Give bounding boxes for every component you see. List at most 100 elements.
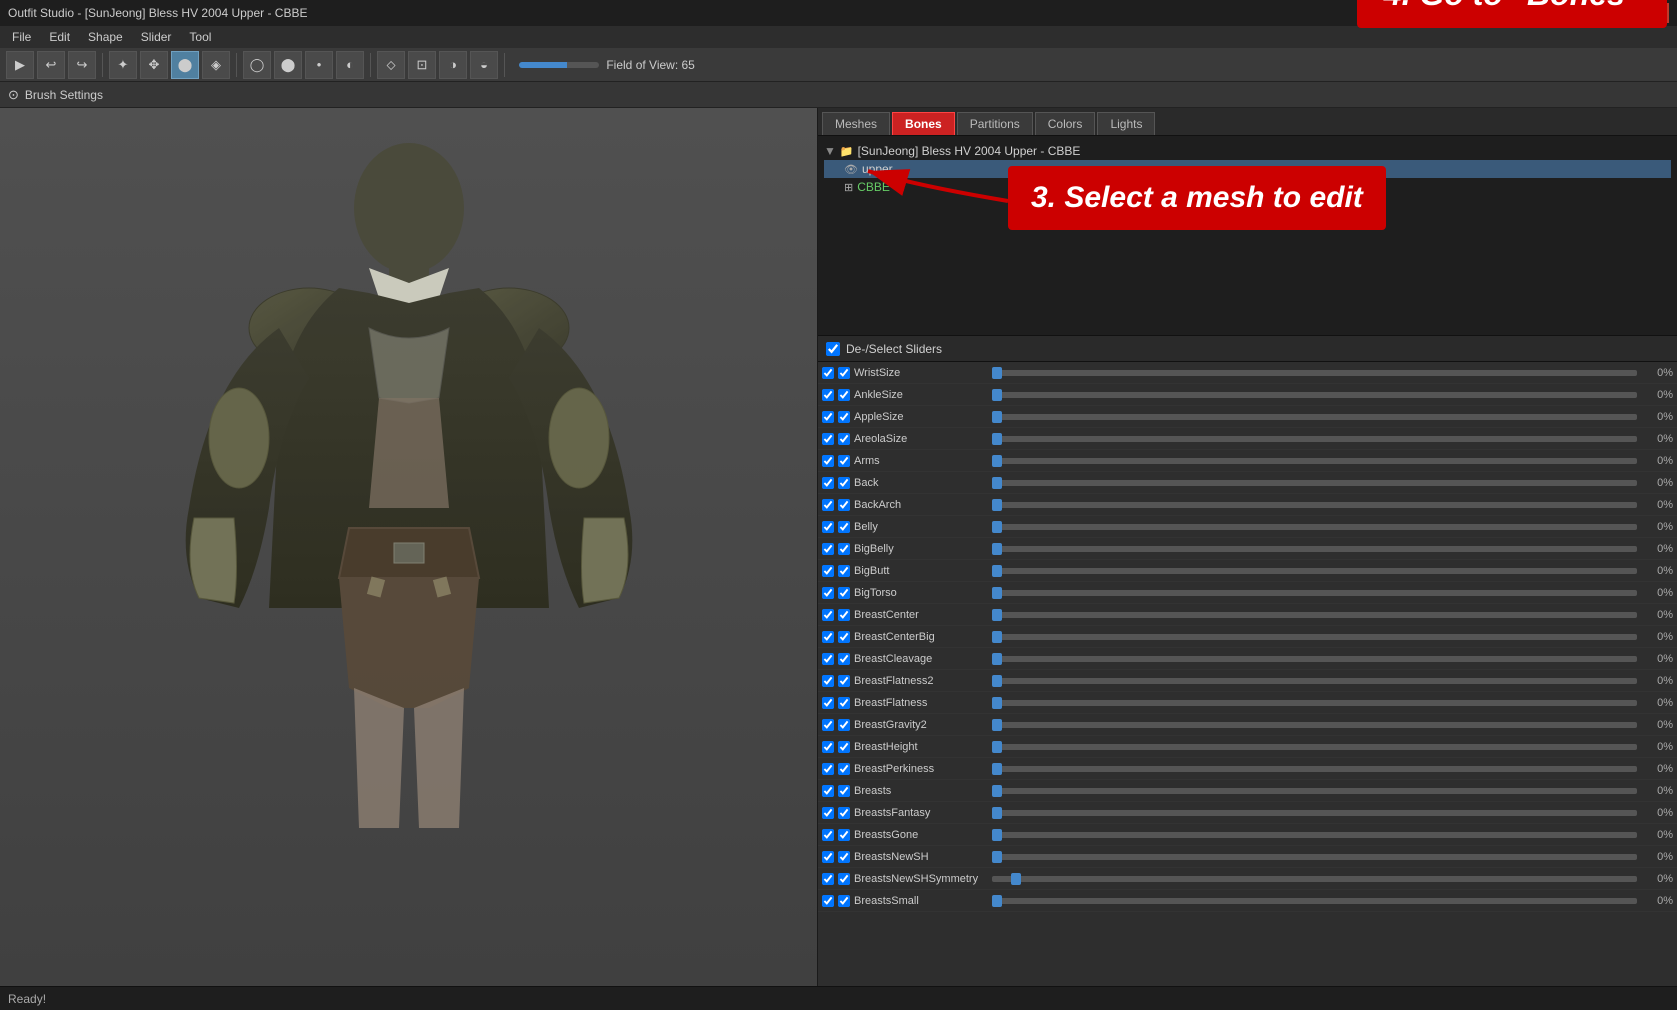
slider-row[interactable]: AppleSize0% <box>818 406 1677 428</box>
slider-track[interactable] <box>992 656 1637 662</box>
slider-track[interactable] <box>992 590 1637 596</box>
slider-deselect-checkbox[interactable] <box>822 367 834 379</box>
tool-xmirror[interactable]: ⬦ <box>377 51 405 79</box>
slider-deselect-checkbox[interactable] <box>822 697 834 709</box>
slider-active-checkbox[interactable] <box>838 785 850 797</box>
slider-active-checkbox[interactable] <box>838 631 850 643</box>
slider-row[interactable]: BreastPerkiness0% <box>818 758 1677 780</box>
slider-thumb[interactable] <box>992 807 1002 819</box>
slider-active-checkbox[interactable] <box>838 433 850 445</box>
tool-sphere[interactable]: ⬤ <box>274 51 302 79</box>
slider-deselect-checkbox[interactable] <box>822 609 834 621</box>
slider-deselect-checkbox[interactable] <box>822 851 834 863</box>
slider-row[interactable]: BreastHeight0% <box>818 736 1677 758</box>
slider-deselect-checkbox[interactable] <box>822 499 834 511</box>
slider-track[interactable] <box>992 458 1637 464</box>
slider-deselect-checkbox[interactable] <box>822 741 834 753</box>
slider-thumb[interactable] <box>992 763 1002 775</box>
slider-deselect-checkbox[interactable] <box>822 389 834 401</box>
slider-active-checkbox[interactable] <box>838 587 850 599</box>
slider-deselect-checkbox[interactable] <box>822 873 834 885</box>
slider-track[interactable] <box>992 568 1637 574</box>
slider-track[interactable] <box>992 766 1637 772</box>
slider-deselect-checkbox[interactable] <box>822 543 834 555</box>
slider-thumb[interactable] <box>992 829 1002 841</box>
slider-row[interactable]: Back0% <box>818 472 1677 494</box>
slider-deselect-checkbox[interactable] <box>822 433 834 445</box>
slider-thumb[interactable] <box>992 851 1002 863</box>
slider-active-checkbox[interactable] <box>838 499 850 511</box>
slider-thumb[interactable] <box>992 609 1002 621</box>
slider-active-checkbox[interactable] <box>838 873 850 885</box>
slider-row[interactable]: Breasts0% <box>818 780 1677 802</box>
slider-deselect-checkbox[interactable] <box>822 411 834 423</box>
slider-active-checkbox[interactable] <box>838 411 850 423</box>
slider-track[interactable] <box>992 788 1637 794</box>
slider-active-checkbox[interactable] <box>838 543 850 555</box>
slider-row[interactable]: BreastFlatness20% <box>818 670 1677 692</box>
deselect-all-checkbox[interactable] <box>826 342 840 356</box>
tool-new[interactable]: ▶ <box>6 51 34 79</box>
slider-track[interactable] <box>992 436 1637 442</box>
slider-active-checkbox[interactable] <box>838 851 850 863</box>
slider-row[interactable]: BreastGravity20% <box>818 714 1677 736</box>
slider-active-checkbox[interactable] <box>838 521 850 533</box>
slider-track[interactable] <box>992 678 1637 684</box>
tab-lights[interactable]: Lights <box>1097 112 1155 135</box>
slider-active-checkbox[interactable] <box>838 653 850 665</box>
slider-deselect-checkbox[interactable] <box>822 631 834 643</box>
viewport[interactable] <box>0 108 817 986</box>
menu-shape[interactable]: Shape <box>80 28 131 46</box>
tab-bones[interactable]: Bones <box>892 112 955 135</box>
slider-track[interactable] <box>992 810 1637 816</box>
slider-deselect-checkbox[interactable] <box>822 587 834 599</box>
tool-invert[interactable]: ◐ <box>336 51 364 79</box>
slider-track[interactable] <box>992 700 1637 706</box>
slider-thumb[interactable] <box>992 521 1002 533</box>
slider-track[interactable] <box>992 524 1637 530</box>
slider-active-checkbox[interactable] <box>838 389 850 401</box>
slider-track[interactable] <box>992 634 1637 640</box>
slider-thumb[interactable] <box>992 389 1002 401</box>
slider-active-checkbox[interactable] <box>838 741 850 753</box>
slider-row[interactable]: BreastsSmall0% <box>818 890 1677 912</box>
slider-active-checkbox[interactable] <box>838 565 850 577</box>
slider-deselect-checkbox[interactable] <box>822 895 834 907</box>
slider-track[interactable] <box>992 832 1637 838</box>
slider-active-checkbox[interactable] <box>838 367 850 379</box>
tool-paint[interactable]: ◈ <box>202 51 230 79</box>
tool-smooth[interactable]: ⊡ <box>408 51 436 79</box>
slider-row[interactable]: Arms0% <box>818 450 1677 472</box>
slider-row[interactable]: BreastsNewSH0% <box>818 846 1677 868</box>
slider-thumb[interactable] <box>992 587 1002 599</box>
slider-thumb[interactable] <box>992 653 1002 665</box>
slider-deselect-checkbox[interactable] <box>822 521 834 533</box>
slider-row[interactable]: BigTorso0% <box>818 582 1677 604</box>
menu-edit[interactable]: Edit <box>41 28 78 46</box>
slider-thumb[interactable] <box>992 741 1002 753</box>
slider-deselect-checkbox[interactable] <box>822 675 834 687</box>
tool-extra2[interactable]: ◒ <box>470 51 498 79</box>
slider-thumb[interactable] <box>992 367 1002 379</box>
slider-active-checkbox[interactable] <box>838 697 850 709</box>
slider-track[interactable] <box>992 414 1637 420</box>
tool-brush[interactable]: ⬤ <box>171 51 199 79</box>
tab-meshes[interactable]: Meshes <box>822 112 890 135</box>
slider-row[interactable]: BreastCenterBig0% <box>818 626 1677 648</box>
slider-row[interactable]: BreastsGone0% <box>818 824 1677 846</box>
slider-row[interactable]: WristSize0% <box>818 362 1677 384</box>
slider-track[interactable] <box>992 370 1637 376</box>
slider-row[interactable]: BreastFlatness0% <box>818 692 1677 714</box>
slider-thumb[interactable] <box>992 785 1002 797</box>
slider-active-checkbox[interactable] <box>838 807 850 819</box>
slider-track[interactable] <box>992 876 1637 882</box>
menu-tool[interactable]: Tool <box>181 28 219 46</box>
slider-thumb[interactable] <box>1011 873 1021 885</box>
tool-circle[interactable]: ◯ <box>243 51 271 79</box>
slider-thumb[interactable] <box>992 565 1002 577</box>
slider-thumb[interactable] <box>992 433 1002 445</box>
slider-track[interactable] <box>992 480 1637 486</box>
tab-colors[interactable]: Colors <box>1035 112 1096 135</box>
slider-deselect-checkbox[interactable] <box>822 719 834 731</box>
slider-thumb[interactable] <box>992 895 1002 907</box>
